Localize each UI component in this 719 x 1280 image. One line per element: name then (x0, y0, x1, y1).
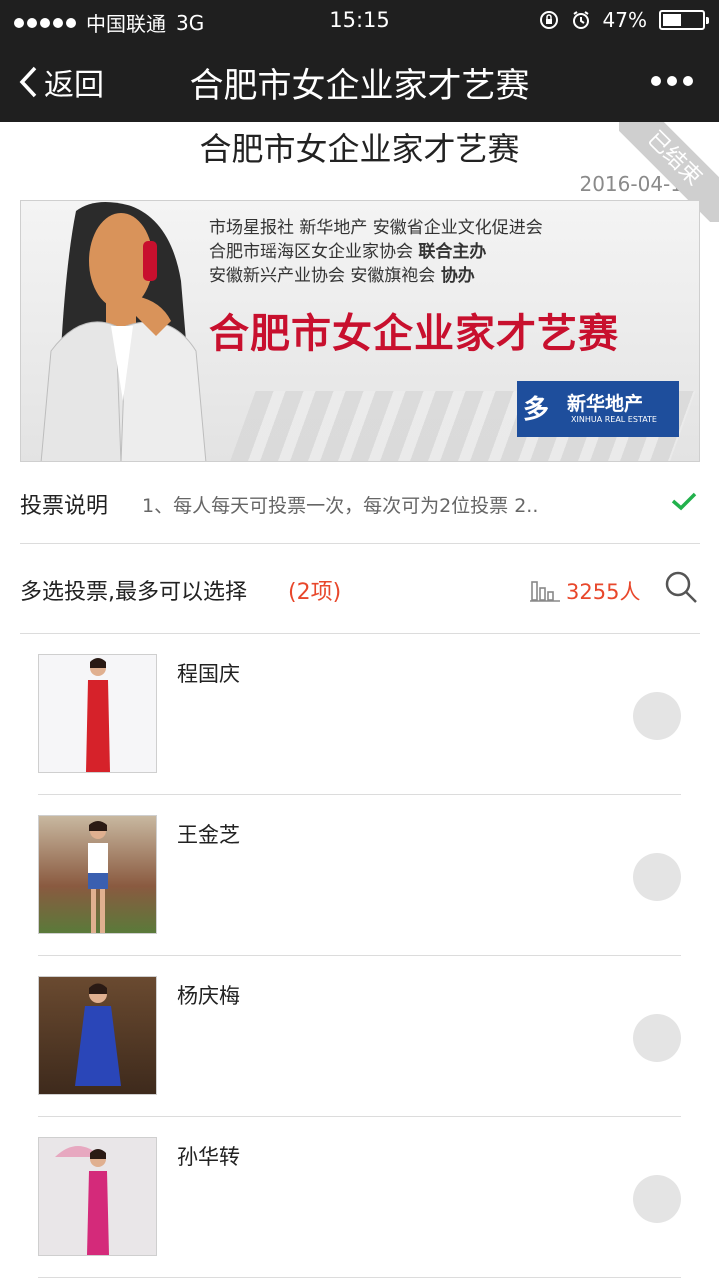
nav-title: 合肥市女企业家才艺赛 (189, 66, 530, 106)
organizers-line-3-role: 协办 (440, 266, 475, 286)
more-button[interactable] (651, 76, 693, 86)
organizers-line-1: 市场星报社 新华地产 安徽省企业文化促进会 (209, 218, 543, 238)
candidate-name: 杨庆梅 (177, 984, 240, 1008)
multi-select-row: 多选投票,最多可以选择 (2项) 3255人 (20, 546, 700, 634)
bar-chart-icon (530, 581, 560, 602)
organizers-line-2-role: 联合主办 (418, 242, 487, 262)
candidate-item[interactable]: 孙华转 (38, 1117, 681, 1278)
more-dot (651, 76, 661, 86)
candidate-dress (74, 1006, 121, 1086)
banner-headline: 合肥市女企业家才艺赛 (209, 311, 619, 357)
organizers-line-2: 合肥市瑶海区女企业家协会 联合主办 (209, 237, 486, 262)
candidate-figure (74, 983, 121, 1086)
xinhua-logo-mark: 多 (523, 395, 550, 425)
xinhua-logo: 多 新华地产 XINHUA REAL ESTATE (517, 381, 679, 437)
vote-instructions-text: 1、每人每天可投票一次，每次可为2位投票 2.. (142, 495, 539, 517)
xinhua-logo-en: XINHUA REAL ESTATE (571, 415, 657, 424)
vote-instructions-row[interactable]: 投票说明 1、每人每天可投票一次，每次可为2位投票 2.. (20, 466, 700, 544)
nav-bar: 返回 合肥市女企业家才艺赛 (0, 40, 719, 122)
candidate-item[interactable]: 杨庆梅 (38, 956, 681, 1117)
candidate-dress (87, 873, 108, 889)
businesswoman-illustration (40, 202, 207, 461)
more-dot (683, 76, 693, 86)
candidate-figure (54, 1146, 109, 1255)
organizers-line-3-text: 安徽新兴产业协会 安徽旗袍会 (209, 266, 441, 286)
candidate-name: 孙华转 (177, 1145, 240, 1169)
candidate-dress (86, 1171, 109, 1255)
organizers-line-2-text: 合肥市瑶海区女企业家协会 (209, 242, 419, 262)
battery-fill (663, 14, 681, 26)
candidate-photo (38, 654, 157, 773)
candidate-photo (38, 1137, 157, 1256)
battery-icon (659, 10, 709, 30)
candidate-dress (85, 680, 110, 772)
participant-count: 3255人 (566, 580, 641, 604)
candidate-name: 程国庆 (177, 662, 240, 686)
event-banner: 市场星报社 新华地产 安徽省企业文化促进会 合肥市瑶海区女企业家协会 联合主办 … (20, 200, 700, 462)
page-title: 合肥市女企业家才艺赛 (199, 130, 520, 168)
more-dot (667, 76, 677, 86)
candidate-select-radio[interactable] (633, 1175, 681, 1223)
candidate-figure (87, 821, 108, 933)
candidate-select-radio[interactable] (633, 853, 681, 901)
candidate-item[interactable]: 程国庆 (38, 634, 681, 795)
status-bar: 中国联通 3G 15:15 47% (0, 0, 719, 40)
multi-select-label: 多选投票,最多可以选择 (20, 580, 247, 605)
battery-percent: 47% (602, 8, 647, 32)
candidate-select-radio[interactable] (633, 1014, 681, 1062)
candidate-figure (85, 658, 110, 772)
alarm-icon (572, 11, 589, 29)
candidate-item[interactable]: 王金芝 (38, 795, 681, 956)
selection-limit: (2项) (288, 580, 342, 605)
vote-instructions-label: 投票说明 (20, 494, 109, 519)
search-icon[interactable] (664, 570, 698, 604)
candidate-photo (38, 976, 157, 1095)
xinhua-logo-cn: 新华地产 (567, 393, 644, 415)
candidate-name: 王金芝 (177, 823, 240, 847)
status-right: 47% (539, 8, 709, 32)
candidate-select-radio[interactable] (633, 692, 681, 740)
check-icon (671, 492, 697, 511)
candidate-photo (38, 815, 157, 934)
organizers-line-3: 安徽新兴产业协会 安徽旗袍会 协办 (209, 261, 475, 286)
rotation-lock-icon (539, 11, 558, 29)
